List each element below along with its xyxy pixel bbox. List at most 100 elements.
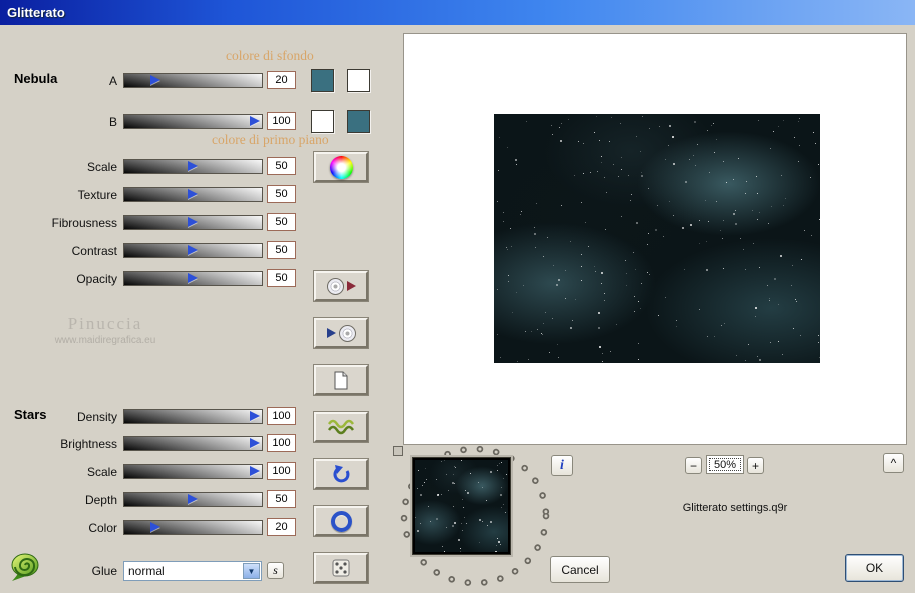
value-nebula-a[interactable] [267,71,296,89]
color-wheel-icon [329,155,353,179]
watermark-url: www.maidiregrafica.eu [54,335,156,346]
label-stars-scale: Scale [86,465,117,479]
chevron-down-icon[interactable]: ▼ [243,563,260,579]
zoom-out-button[interactable]: − [685,457,702,474]
caret-up-button[interactable]: ^ [883,453,904,473]
swatch-a-left[interactable] [311,69,334,92]
load-settings-button[interactable] [314,318,368,348]
shell-logo-icon[interactable] [6,550,42,584]
slider-stars-scale[interactable] [123,464,263,479]
zoom-level[interactable]: 50% [706,455,744,474]
value-star-color[interactable] [267,518,296,536]
label-contrast: Contrast [71,244,117,258]
preview-image[interactable] [494,114,820,363]
background-color-label: colore di sfondo [226,48,314,63]
slider-contrast[interactable] [123,243,263,258]
row-brightness: Brightness [0,434,300,454]
label-nebula-b: B [108,115,117,129]
slider-thumb-icon[interactable] [250,411,260,421]
slider-fibrousness[interactable] [123,215,263,230]
swatch-a-right[interactable] [347,69,370,92]
value-stars-scale[interactable] [267,462,296,480]
row-nebula-scale: Scale [0,157,300,177]
info-icon: i [560,457,564,473]
thumbnail-image [415,460,508,552]
slider-thumb-icon[interactable] [187,189,198,199]
slider-thumb-icon[interactable] [150,75,160,85]
label-nebula-a: A [108,74,117,88]
value-texture[interactable] [267,185,296,203]
color-wheel-button[interactable] [314,152,368,182]
value-nebula-scale[interactable] [267,157,296,175]
slider-nebula-a[interactable] [123,73,263,88]
label-fibrousness: Fibrousness [51,216,117,230]
slider-thumb-icon[interactable] [250,116,260,126]
value-depth[interactable] [267,490,296,508]
swatch-b-left[interactable] [311,110,334,133]
cd-disc-icon [338,324,356,342]
slider-nebula-b[interactable] [123,114,263,129]
settings-file-label: Glitterato settings.q9r [682,502,788,514]
label-density: Density [76,410,117,424]
row-fibrousness: Fibrousness [0,213,300,233]
undo-arrow-icon [332,464,349,482]
save-settings-button[interactable] [314,271,368,301]
waves-button[interactable] [314,412,368,442]
slider-thumb-icon[interactable] [250,438,260,448]
info-button[interactable]: i [551,455,573,476]
label-depth: Depth [84,493,117,507]
slider-thumb-icon[interactable] [150,522,160,532]
glue-selected-value: normal [128,564,165,578]
label-opacity: Opacity [76,272,117,286]
swatch-b-right[interactable] [347,110,370,133]
slider-opacity[interactable] [123,271,263,286]
slider-thumb-icon[interactable] [187,245,198,255]
value-contrast[interactable] [267,241,296,259]
row-nebula-a: A [0,71,300,91]
play-arrow-icon [346,281,356,291]
value-nebula-b[interactable] [267,112,296,130]
slider-thumb-icon[interactable] [187,273,198,283]
ok-button[interactable]: OK [845,554,904,582]
slider-thumb-icon[interactable] [187,217,198,227]
row-opacity: Opacity [0,269,300,289]
slider-thumb-icon[interactable] [187,494,198,504]
value-brightness[interactable] [267,434,296,452]
page-button[interactable] [314,365,368,395]
row-texture: Texture [0,185,300,205]
slider-thumb-icon[interactable] [187,161,198,171]
title-bar[interactable]: Glitterato [0,0,915,25]
ring-button[interactable] [314,506,368,536]
row-density: Density [0,407,300,427]
s-button[interactable]: s [267,562,284,579]
row-nebula-b: B [0,112,300,132]
glue-dropdown[interactable]: normal ▼ [123,561,262,581]
value-opacity[interactable] [267,269,296,287]
label-star-color: Color [88,521,117,535]
slider-star-color[interactable] [123,520,263,535]
slider-texture[interactable] [123,187,263,202]
value-density[interactable] [267,407,296,425]
slider-depth[interactable] [123,492,263,507]
blue-ring-icon [330,510,352,532]
undo-button[interactable] [314,459,368,489]
green-waves-icon [327,419,355,435]
slider-thumb-icon[interactable] [250,466,260,476]
zoom-in-button[interactable]: + [747,457,764,474]
glitterato-dialog: { "window": { "title": "Glitterato" }, "… [0,0,915,593]
slider-brightness[interactable] [123,436,263,451]
label-texture: Texture [77,188,117,202]
row-stars-scale: Scale [0,462,300,482]
label-brightness: Brightness [60,437,117,451]
row-glue: Glue normal ▼ [0,561,300,581]
row-contrast: Contrast [0,241,300,261]
value-fibrousness[interactable] [267,213,296,231]
die-face-icon [332,559,350,577]
slider-density[interactable] [123,409,263,424]
slider-nebula-scale[interactable] [123,159,263,174]
cd-disc-icon [326,277,344,295]
row-depth: Depth [0,490,300,510]
cancel-button[interactable]: Cancel [550,556,610,583]
thumbnail-preview[interactable] [412,457,511,555]
random-dice-button[interactable] [314,553,368,583]
